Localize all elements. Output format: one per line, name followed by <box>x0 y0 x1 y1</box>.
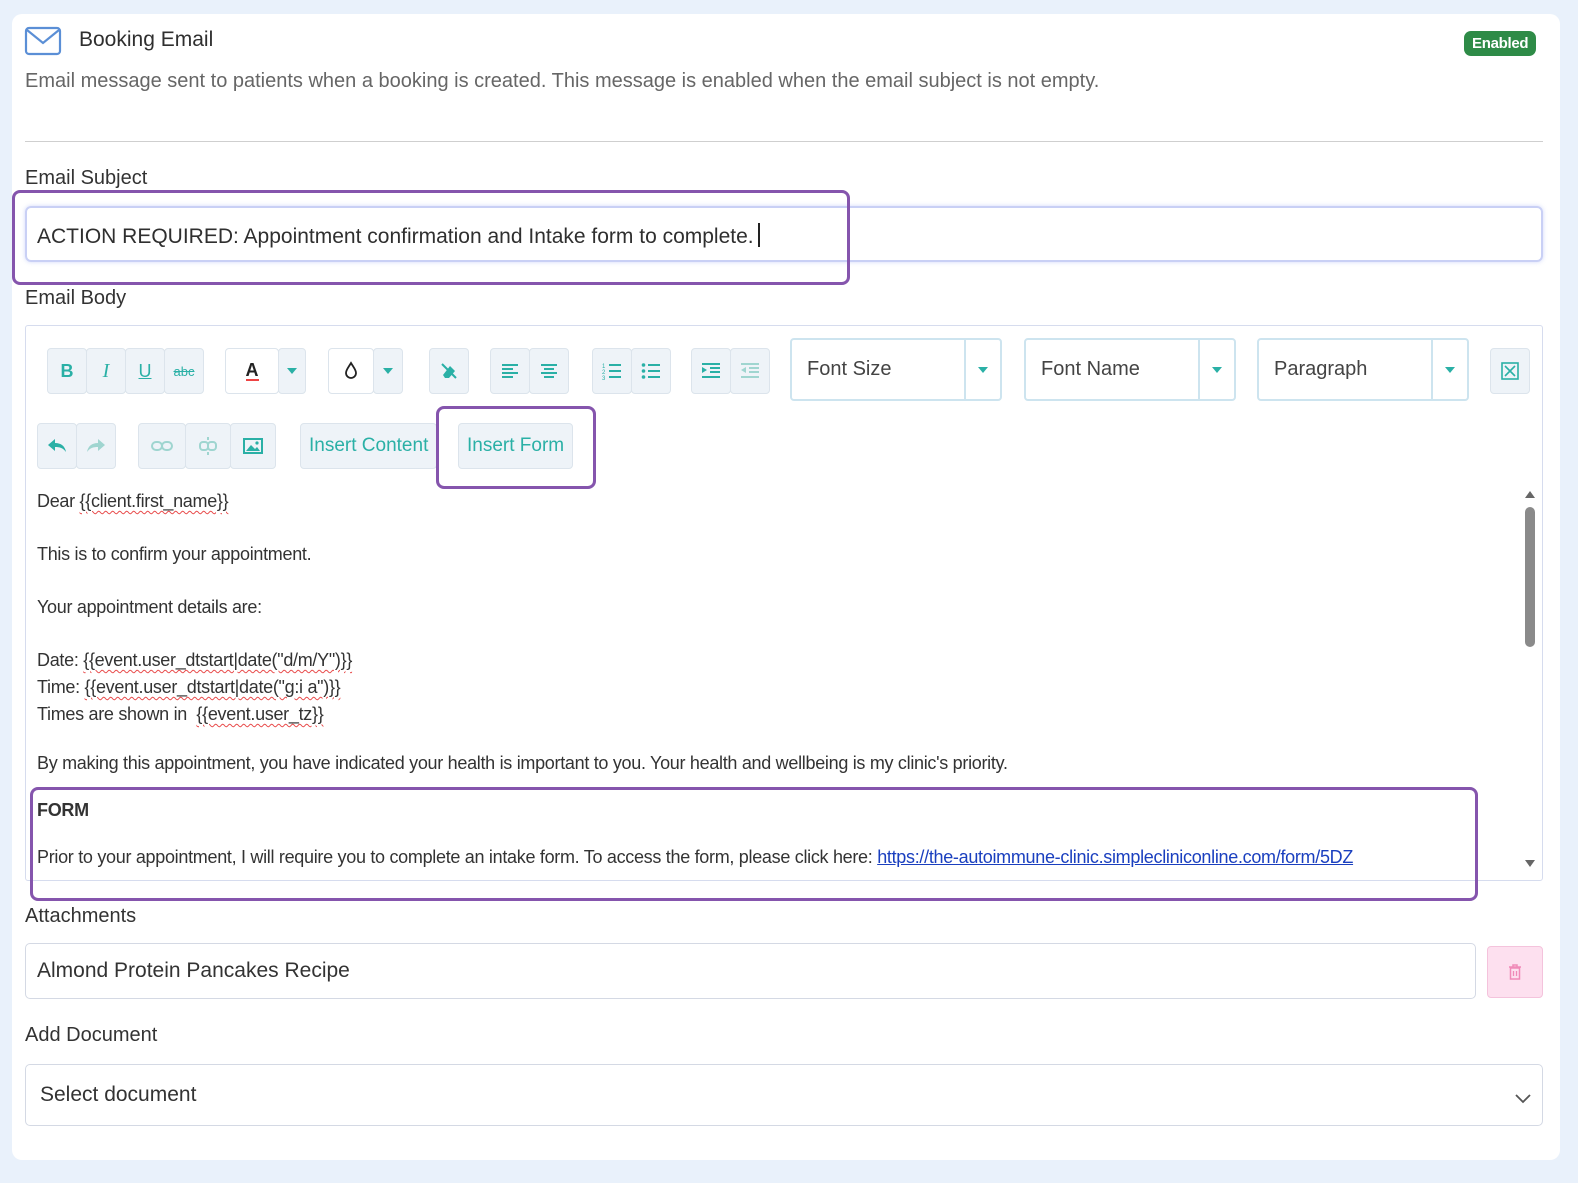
form-paragraph: Prior to your appointment, I will requir… <box>37 847 1354 867</box>
ordered-list-button[interactable]: 123 <box>592 348 632 394</box>
section-title: Booking Email <box>79 28 214 51</box>
eraser-icon <box>441 363 457 379</box>
chevron-down-icon <box>1198 340 1234 399</box>
unlink-icon <box>199 437 217 455</box>
strikethrough-button[interactable]: abc <box>164 348 204 394</box>
undo-button[interactable] <box>37 423 77 469</box>
email-subject-input[interactable]: ACTION REQUIRED: Appointment confirmatio… <box>25 206 1543 262</box>
divider <box>25 141 1543 142</box>
paragraph-format-select[interactable]: Paragraph <box>1257 338 1469 401</box>
time-line: Time: {{event.user_dtstart|date("g:i a")… <box>37 677 341 697</box>
image-icon <box>243 438 263 454</box>
email-body-editor[interactable]: B I U abc A 123 Font Size Font Name Para… <box>25 325 1543 881</box>
font-size-select-label: Font Size <box>807 358 892 380</box>
chevron-down-icon <box>1431 340 1467 399</box>
indent-button[interactable] <box>691 348 731 394</box>
underline-button[interactable]: U <box>125 348 165 394</box>
unordered-list-button[interactable] <box>631 348 671 394</box>
insert-form-button[interactable]: Insert Form <box>458 423 574 469</box>
select-document-dropdown[interactable]: Select document <box>25 1064 1543 1126</box>
italic-button[interactable]: I <box>86 348 126 394</box>
body-paragraph: Your appointment details are: <box>37 597 262 617</box>
add-document-label: Add Document <box>25 1024 158 1046</box>
attachment-field[interactable]: Almond Protein Pancakes Recipe <box>25 943 1476 999</box>
insert-content-button[interactable]: Insert Content <box>300 423 438 469</box>
timezone-line: Times are shown in {{event.user_tz}} <box>37 704 324 724</box>
chevron-down-icon <box>287 368 297 374</box>
font-size-select[interactable]: Font Size <box>790 338 1002 401</box>
redo-icon <box>87 439 105 452</box>
droplet-icon <box>345 361 357 379</box>
text-caret <box>757 223 760 247</box>
font-color-dropdown[interactable] <box>278 348 306 394</box>
email-body-label: Email Body <box>25 287 127 309</box>
delete-attachment-button[interactable] <box>1487 946 1543 998</box>
align-left-button[interactable] <box>490 348 530 394</box>
insert-link-button[interactable] <box>138 423 186 469</box>
clear-formatting-button[interactable] <box>429 348 469 394</box>
body-paragraph: This is to confirm your appointment. <box>37 544 312 564</box>
form-link[interactable]: https://the-autoimmune-clinic.simpleclin… <box>877 847 1353 867</box>
undo-icon <box>48 439 66 452</box>
enabled-status-badge: Enabled <box>1464 31 1537 56</box>
indent-icon <box>702 363 720 378</box>
link-icon <box>151 441 173 451</box>
form-heading: FORM <box>37 800 89 820</box>
bullet-list-icon <box>641 363 660 379</box>
svg-text:3: 3 <box>602 376 606 380</box>
chevron-down-icon <box>1514 1087 1532 1111</box>
fullscreen-button[interactable] <box>1490 348 1530 394</box>
redo-button[interactable] <box>76 423 116 469</box>
outdent-icon <box>741 363 759 378</box>
align-left-icon <box>502 364 518 378</box>
font-name-select-label: Font Name <box>1041 358 1140 380</box>
editor-scrollbar-thumb[interactable] <box>1525 507 1535 647</box>
email-subject-value: ACTION REQUIRED: Appointment confirmatio… <box>37 225 754 248</box>
select-document-placeholder: Select document <box>40 1083 197 1106</box>
greeting-line: Dear {{client.first_name}} <box>37 491 229 511</box>
body-paragraph: By making this appointment, you have ind… <box>37 753 1008 773</box>
align-center-button[interactable] <box>529 348 569 394</box>
fullscreen-icon <box>1501 362 1519 380</box>
section-description: Email message sent to patients when a bo… <box>25 70 1100 92</box>
chevron-down-icon <box>964 340 1000 399</box>
font-name-select[interactable]: Font Name <box>1024 338 1236 401</box>
background-color-dropdown[interactable] <box>373 348 403 394</box>
envelope-icon <box>24 26 62 56</box>
email-subject-label: Email Subject <box>25 167 148 189</box>
trash-icon <box>1509 964 1521 980</box>
date-line: Date: {{event.user_dtstart|date("d/m/Y")… <box>37 650 353 670</box>
chevron-down-icon <box>383 368 393 374</box>
align-center-icon <box>541 364 557 378</box>
paragraph-format-select-label: Paragraph <box>1274 358 1368 380</box>
insert-image-button[interactable] <box>230 423 276 469</box>
ordered-list-icon: 123 <box>602 364 621 380</box>
attachments-label: Attachments <box>25 905 137 927</box>
outdent-button[interactable] <box>730 348 770 394</box>
bold-button[interactable]: B <box>47 348 87 394</box>
background-color-button[interactable] <box>328 348 374 394</box>
font-color-button[interactable]: A <box>225 348 279 394</box>
unlink-button[interactable] <box>185 423 231 469</box>
